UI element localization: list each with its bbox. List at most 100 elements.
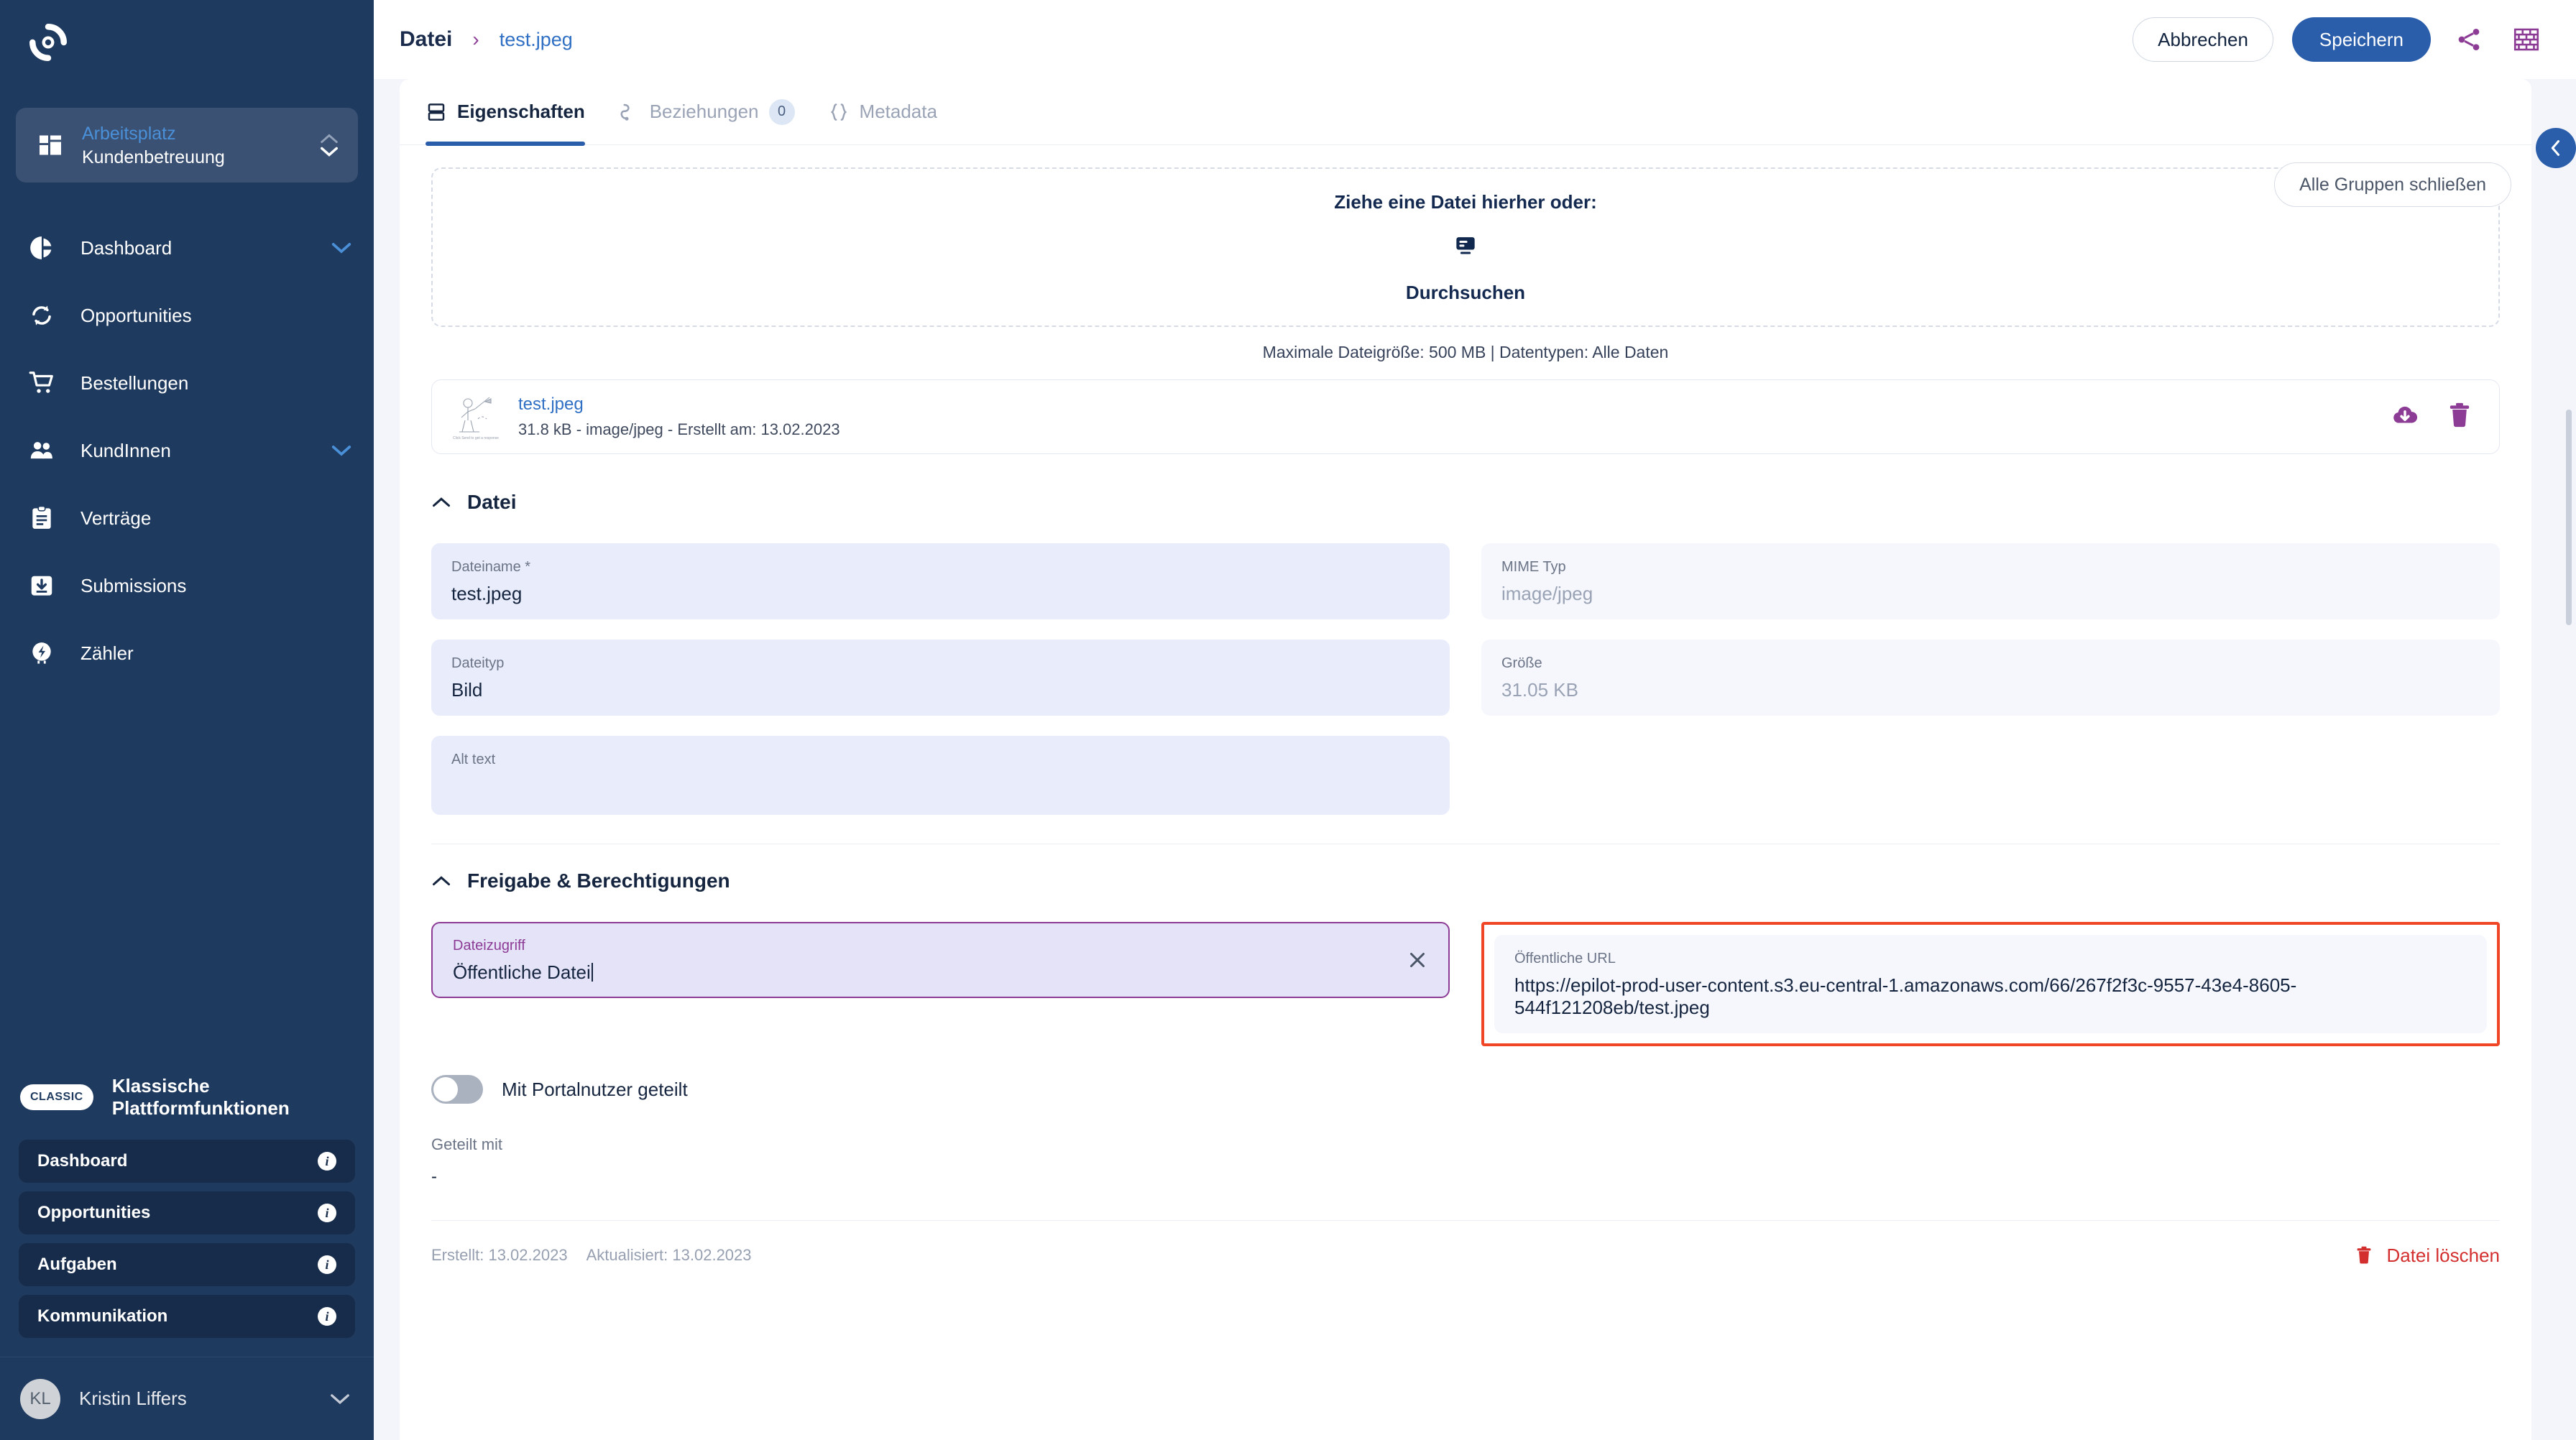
- user-menu[interactable]: KL Kristin Liffers: [0, 1357, 374, 1440]
- epilot-loop-logo-icon: [29, 24, 67, 61]
- chevron-down-icon[interactable]: [331, 440, 352, 461]
- tab-label: Beziehungen: [649, 101, 759, 122]
- field-dateiname[interactable]: Dateiname * test.jpeg: [431, 543, 1450, 619]
- chevron-up-icon[interactable]: [431, 874, 451, 887]
- image-thumbnail: Click Send to get a response: [449, 390, 502, 443]
- toggle-label: Mit Portalnutzer geteilt: [502, 1078, 688, 1100]
- tab-beziehungen[interactable]: Beziehungen 0: [618, 79, 795, 145]
- sidebar-item-opportunities[interactable]: Opportunities: [0, 282, 374, 349]
- field-oeffentliche-url: Öffentliche URL https://epilot-prod-user…: [1494, 935, 2487, 1033]
- brick-layout-icon[interactable]: [2507, 20, 2546, 59]
- chevron-up-icon: [321, 134, 338, 144]
- section-freigabe-grid: Dateizugriff Öffentliche Datei Öffentlic…: [400, 900, 2531, 1046]
- classic-item-kommunikation[interactable]: Kommunikation i: [19, 1295, 355, 1338]
- sidebar-item-submissions[interactable]: Submissions: [0, 552, 374, 619]
- field-value: 31.05 KB: [1501, 679, 1578, 701]
- footer-timestamps: Erstellt: 13.02.2023 Aktualisiert: 13.02…: [431, 1246, 752, 1265]
- cancel-button[interactable]: Abbrechen: [2133, 17, 2273, 62]
- inbox-down-icon: [27, 571, 56, 600]
- field-value: Bild: [451, 679, 483, 701]
- app-logo[interactable]: [0, 0, 374, 85]
- panel-footer: Erstellt: 13.02.2023 Aktualisiert: 13.02…: [400, 1221, 2531, 1290]
- cloud-download-icon[interactable]: [2390, 400, 2420, 434]
- left-column: Dateizugriff Öffentliche Datei: [431, 922, 1450, 998]
- sidebar-nav: Dashboard Opportunities Bestellungen Kun…: [0, 214, 374, 687]
- section-title: Datei: [467, 491, 517, 513]
- workspace-switcher[interactable]: Arbeitsplatz Kundenbetreuung: [16, 108, 358, 183]
- section-header[interactable]: Freigabe & Berechtigungen: [400, 862, 2531, 900]
- chevron-down-icon[interactable]: [329, 1393, 351, 1406]
- tab-metadata[interactable]: Metadata: [828, 79, 937, 145]
- field-label: MIME Typ: [1501, 559, 1566, 575]
- sidebar-item-zaehler[interactable]: Zähler: [0, 619, 374, 687]
- classic-item-dashboard[interactable]: Dashboard i: [19, 1140, 355, 1183]
- field-dateityp[interactable]: Dateityp Bild: [431, 640, 1450, 716]
- info-icon[interactable]: i: [318, 1307, 336, 1326]
- meter-icon: [27, 639, 56, 668]
- sidebar-item-label: Submissions: [80, 574, 187, 596]
- sidebar-item-dashboard[interactable]: Dashboard: [0, 214, 374, 282]
- sidebar-item-vertraege[interactable]: Verträge: [0, 484, 374, 552]
- info-icon[interactable]: i: [318, 1204, 336, 1222]
- section-header[interactable]: Datei: [400, 483, 2531, 522]
- avatar: KL: [20, 1378, 60, 1419]
- right-column: Öffentliche URL https://epilot-prod-user…: [1481, 922, 2500, 1046]
- browse-label[interactable]: Durchsuchen: [1406, 282, 1525, 304]
- breadcrumb-root[interactable]: Datei: [400, 27, 452, 52]
- classic-item-label: Opportunities: [37, 1203, 151, 1222]
- classic-item-aufgaben[interactable]: Aufgaben i: [19, 1243, 355, 1286]
- close-icon[interactable]: [1405, 948, 1430, 972]
- shopping-cart-icon: [27, 369, 56, 397]
- save-button[interactable]: Speichern: [2291, 17, 2431, 62]
- sidebar-item-label: Opportunities: [80, 304, 192, 326]
- top-bar: Datei › test.jpeg Abbrechen Speichern: [374, 0, 2576, 79]
- sidebar-item-bestellungen[interactable]: Bestellungen: [0, 349, 374, 417]
- field-value: test.jpeg: [451, 583, 523, 604]
- browse-file-icon: [1452, 232, 1479, 263]
- info-icon[interactable]: i: [318, 1255, 336, 1274]
- classic-section-header: CLASSIC Klassische Plattformfunktionen: [0, 1075, 374, 1120]
- updated-timestamp: Aktualisiert: 13.02.2023: [586, 1246, 752, 1264]
- chevron-up-icon[interactable]: [431, 496, 451, 509]
- trash-icon[interactable]: [2444, 400, 2475, 434]
- share-portal-toggle[interactable]: [431, 1075, 483, 1104]
- delete-file-button[interactable]: Datei löschen: [2353, 1245, 2500, 1267]
- sidebar-item-label: Zähler: [80, 642, 134, 664]
- field-alt-text[interactable]: Alt text: [431, 736, 1450, 815]
- dropzone-title: Ziehe eine Datei hierher oder:: [1334, 190, 1597, 213]
- file-info: test.jpeg 31.8 kB - image/jpeg - Erstell…: [518, 394, 2374, 439]
- toggle-knob: [433, 1077, 458, 1102]
- pie-chart-icon: [27, 234, 56, 262]
- field-value: https://epilot-prod-user-content.s3.eu-c…: [1514, 974, 2297, 1018]
- workspace-chevrons[interactable]: [319, 133, 339, 157]
- field-value: Öffentliche Datei: [453, 961, 1428, 984]
- right-column: MIME Typ image/jpeg Größe 31.05 KB: [1481, 543, 2500, 815]
- chevron-down-icon[interactable]: [331, 237, 352, 259]
- main-area: Datei › test.jpeg Abbrechen Speichern Ei…: [374, 0, 2576, 1440]
- grid-icon: [40, 135, 61, 155]
- tab-eigenschaften[interactable]: Eigenschaften: [426, 79, 585, 146]
- file-dropzone[interactable]: Ziehe eine Datei hierher oder: Durchsuch…: [431, 167, 2500, 327]
- app-root: Arbeitsplatz Kundenbetreuung Dashboard O…: [0, 0, 2576, 1440]
- public-url-highlight-box: Öffentliche URL https://epilot-prod-user…: [1481, 922, 2500, 1046]
- field-groesse: Größe 31.05 KB: [1481, 640, 2500, 716]
- braces-icon: [830, 103, 847, 121]
- file-row-actions: [2390, 400, 2475, 434]
- uploaded-file-row: Click Send to get a response test.jpeg 3…: [431, 379, 2500, 454]
- classic-item-opportunities[interactable]: Opportunities i: [19, 1191, 355, 1234]
- delete-file-label: Datei löschen: [2386, 1244, 2500, 1266]
- vertical-scrollbar[interactable]: [2566, 410, 2572, 625]
- info-icon[interactable]: i: [318, 1152, 336, 1171]
- file-name-link[interactable]: test.jpeg: [518, 394, 2374, 415]
- close-all-groups-button[interactable]: Alle Gruppen schließen: [2274, 162, 2511, 207]
- breadcrumb-current[interactable]: test.jpeg: [500, 29, 573, 51]
- collapse-panel-handle[interactable]: [2536, 128, 2576, 168]
- shared-with-label: Geteilt mit: [431, 1135, 503, 1153]
- field-dateizugriff[interactable]: Dateizugriff Öffentliche Datei: [431, 922, 1450, 998]
- sidebar-item-kundinnen[interactable]: KundInnen: [0, 417, 374, 484]
- tab-label: Metadata: [859, 101, 937, 122]
- share-icon[interactable]: [2450, 20, 2488, 59]
- shared-with-block: Geteilt mit -: [400, 1104, 2531, 1187]
- field-label: Dateizugriff: [453, 938, 525, 954]
- refresh-cycle-icon: [27, 301, 56, 330]
